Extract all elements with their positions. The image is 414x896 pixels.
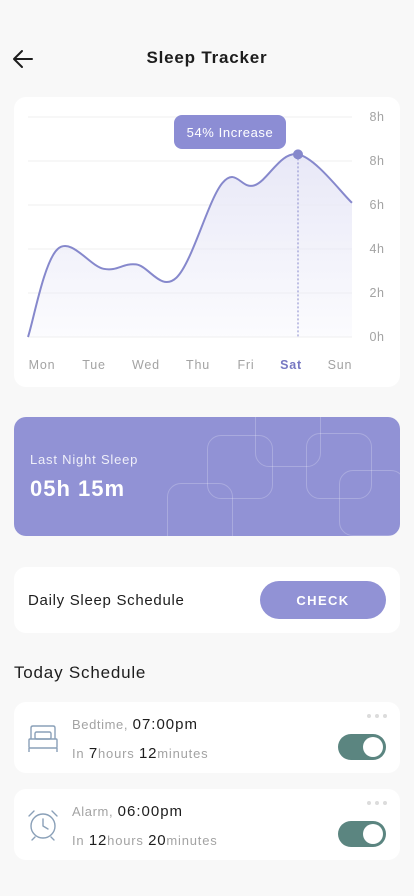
today-schedule-title: Today Schedule <box>14 663 147 682</box>
x-tick-thu: Thu <box>186 358 210 372</box>
decorative-shape <box>339 470 400 536</box>
alarm-countdown: In 12hours 20minutes <box>72 832 218 849</box>
bedtime-countdown: In 7hours 12minutes <box>72 745 208 762</box>
minutes-value: 12 <box>138 745 158 762</box>
x-tick-sat: Sat <box>280 358 302 372</box>
last-night-sleep-card: Last Night Sleep 05h 15m <box>14 417 400 536</box>
alarm-clock-icon <box>28 810 58 841</box>
item-kind: Bedtime, <box>72 717 129 732</box>
header: Sleep Tracker <box>0 36 414 80</box>
y-tick-label: 2h <box>369 286 385 300</box>
x-tick-sun: Sun <box>327 358 353 372</box>
y-tick-label: 4h <box>369 242 385 256</box>
y-tick-label: 0h <box>369 330 385 344</box>
hours-label: hours <box>98 746 135 761</box>
bed-icon <box>28 725 58 752</box>
minutes-label: minutes <box>157 746 209 761</box>
item-kind: Alarm, <box>72 804 114 819</box>
toggle-knob <box>363 737 383 757</box>
item-time: 06:00pm <box>117 803 184 820</box>
last-night-label: Last Night Sleep <box>30 452 139 467</box>
minutes-label: minutes <box>166 833 218 848</box>
schedule-item-bedtime[interactable]: Bedtime, 07:00pm In 7hours 12minutes <box>14 702 400 773</box>
x-tick-wed: Wed <box>132 358 160 372</box>
page-title: Sleep Tracker <box>146 48 268 67</box>
hours-label: hours <box>107 833 144 848</box>
increase-tooltip: 54% Increase <box>174 115 286 149</box>
item-time: 07:00pm <box>132 716 198 733</box>
sleep-area-fill <box>28 154 352 337</box>
y-tick-label: 8h <box>369 154 385 168</box>
daily-schedule-label: Daily Sleep Schedule <box>28 592 185 609</box>
decorative-shape <box>167 483 233 536</box>
hours-value: 12 <box>88 832 108 849</box>
y-tick-label: 6h <box>369 198 385 212</box>
alarm-toggle[interactable] <box>338 821 386 847</box>
more-options-icon[interactable] <box>367 713 387 719</box>
toggle-knob <box>363 824 383 844</box>
more-options-icon[interactable] <box>367 800 387 806</box>
in-label: In <box>72 833 85 848</box>
check-button[interactable]: CHECK <box>260 581 386 619</box>
daily-schedule-card: Daily Sleep Schedule CHECK <box>14 567 400 633</box>
x-tick-fri: Fri <box>237 358 255 372</box>
hours-value: 7 <box>88 745 99 762</box>
x-tick-mon: Mon <box>28 358 56 372</box>
y-tick-label: 8h <box>369 110 385 124</box>
in-label: In <box>72 746 85 761</box>
schedule-item-alarm[interactable]: Alarm, 06:00pm In 12hours 20minutes <box>14 789 400 860</box>
x-tick-tue: Tue <box>82 358 106 372</box>
alarm-line: Alarm, 06:00pm <box>72 803 183 820</box>
bedtime-toggle[interactable] <box>338 734 386 760</box>
bedtime-line: Bedtime, 07:00pm <box>72 716 198 733</box>
minutes-value: 20 <box>148 832 167 849</box>
sleep-chart-card: 54% Increase 8h 8h 6h 4h 2h 0h Mon Tue W… <box>14 97 400 387</box>
last-night-value: 05h 15m <box>30 476 126 501</box>
highlight-point[interactable] <box>293 149 303 160</box>
